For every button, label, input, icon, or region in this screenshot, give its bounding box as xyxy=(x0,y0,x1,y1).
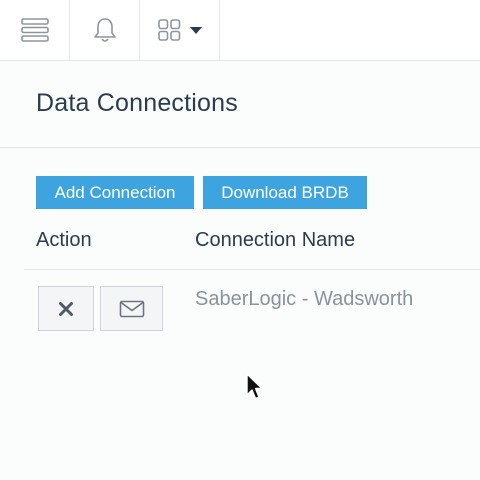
notifications-button[interactable] xyxy=(70,0,140,60)
download-brdb-button[interactable]: Download BRDB xyxy=(203,176,367,209)
close-icon xyxy=(59,301,73,316)
top-toolbar xyxy=(0,0,480,61)
page-title: Data Connections xyxy=(36,89,238,117)
column-header-action: Action xyxy=(36,229,92,251)
email-connection-button[interactable] xyxy=(100,286,163,331)
add-connection-button[interactable]: Add Connection xyxy=(36,176,194,209)
apps-grid-icon xyxy=(157,19,180,41)
column-header-connection-name: Connection Name xyxy=(195,229,356,251)
delete-connection-button[interactable] xyxy=(38,286,94,331)
bell-icon xyxy=(93,18,116,42)
caret-down-icon xyxy=(189,27,202,34)
data-connections-panel: Data Connections Add Connection Download… xyxy=(0,61,480,480)
mouse-pointer-icon xyxy=(246,373,263,400)
hamburger-menu-icon xyxy=(20,18,49,42)
envelope-icon xyxy=(119,300,144,317)
panel-header: Data Connections xyxy=(0,61,480,148)
table-divider xyxy=(24,269,480,270)
apps-menu-button[interactable] xyxy=(140,0,220,60)
menu-button[interactable] xyxy=(0,0,70,60)
connection-name-cell: SaberLogic - Wadsworth xyxy=(195,288,414,310)
